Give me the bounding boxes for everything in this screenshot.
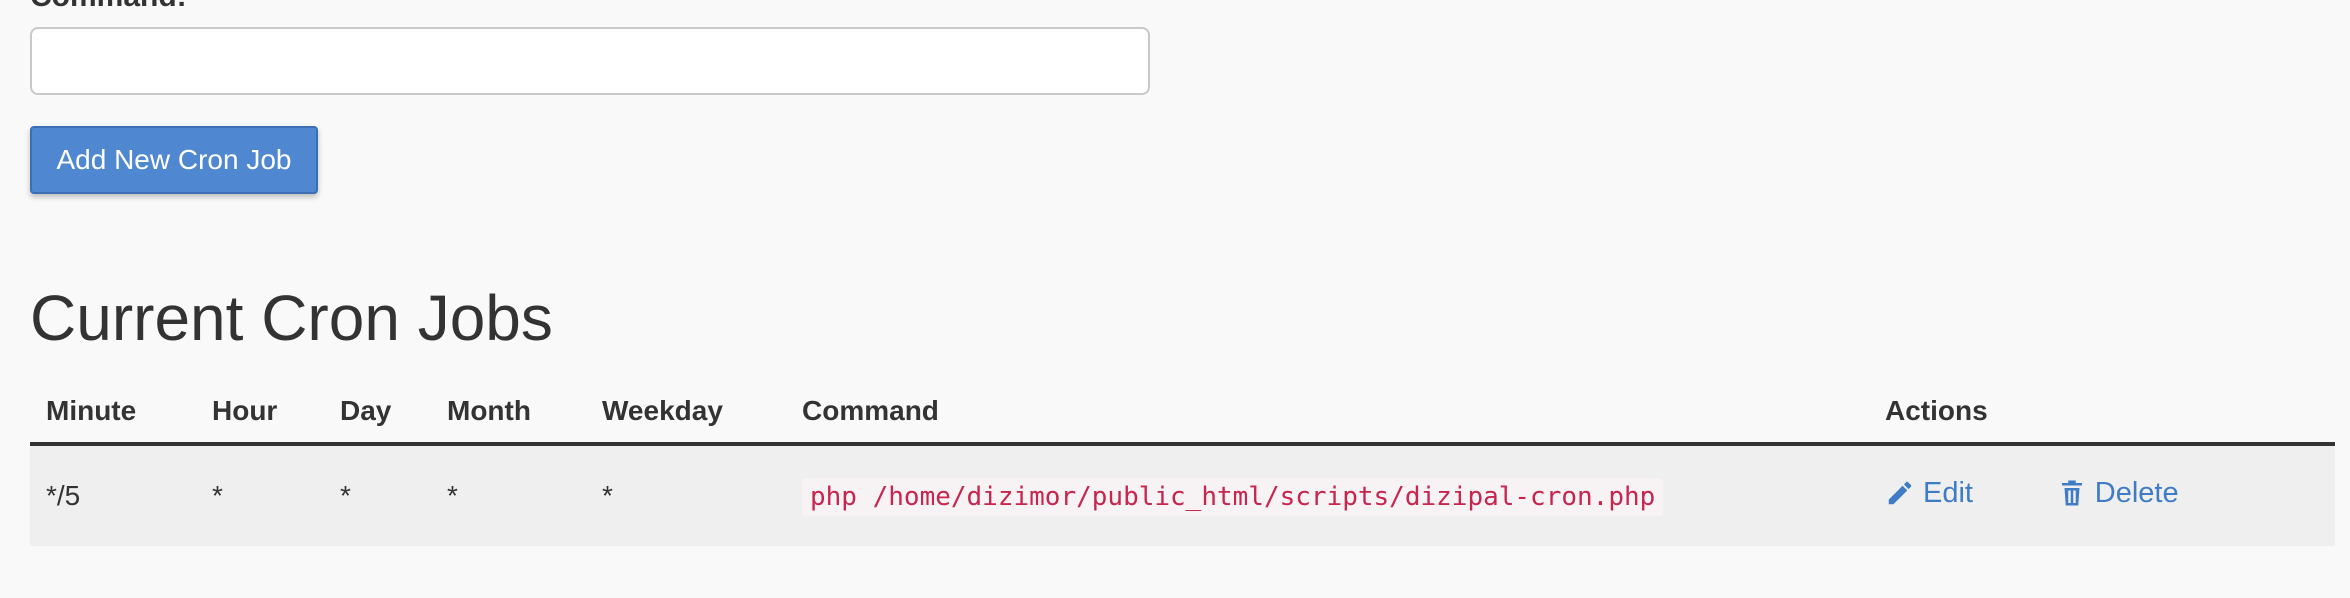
cell-weekday: * <box>586 444 786 546</box>
cell-actions: Edit Delete <box>1869 444 2335 546</box>
column-header-month: Month <box>431 380 586 446</box>
column-header-hour: Hour <box>196 380 324 446</box>
cell-command: php /home/dizimor/public_html/scripts/di… <box>786 444 1869 546</box>
column-header-day: Day <box>324 380 431 446</box>
add-new-cron-job-button[interactable]: Add New Cron Job <box>30 126 318 194</box>
table-row: */5 * * * * php /home/dizimor/public_htm… <box>30 444 2335 546</box>
table-header-row: Minute Hour Day Month Weekday Command Ac… <box>30 380 2335 446</box>
cron-jobs-page: Command: Add New Cron Job Current Cron J… <box>0 0 2350 598</box>
command-label: Command: <box>30 0 187 12</box>
cell-hour: * <box>196 444 324 546</box>
column-header-actions: Actions <box>1869 380 2335 446</box>
command-input[interactable] <box>30 27 1150 95</box>
edit-label: Edit <box>1923 476 1973 509</box>
pencil-icon <box>1888 481 1912 505</box>
cell-month: * <box>431 444 586 546</box>
cell-day: * <box>324 444 431 546</box>
delete-label: Delete <box>2094 476 2179 509</box>
current-cron-jobs-heading: Current Cron Jobs <box>30 282 553 354</box>
trash-icon <box>2061 480 2082 506</box>
column-header-minute: Minute <box>30 380 196 446</box>
column-header-weekday: Weekday <box>586 380 786 446</box>
cron-jobs-table: Minute Hour Day Month Weekday Command Ac… <box>30 380 2335 546</box>
delete-link[interactable]: Delete <box>2057 477 2179 510</box>
column-header-command: Command <box>786 380 1869 446</box>
command-code: php /home/dizimor/public_html/scripts/di… <box>802 478 1664 516</box>
edit-link[interactable]: Edit <box>1885 477 1973 510</box>
cell-minute: */5 <box>30 444 196 546</box>
